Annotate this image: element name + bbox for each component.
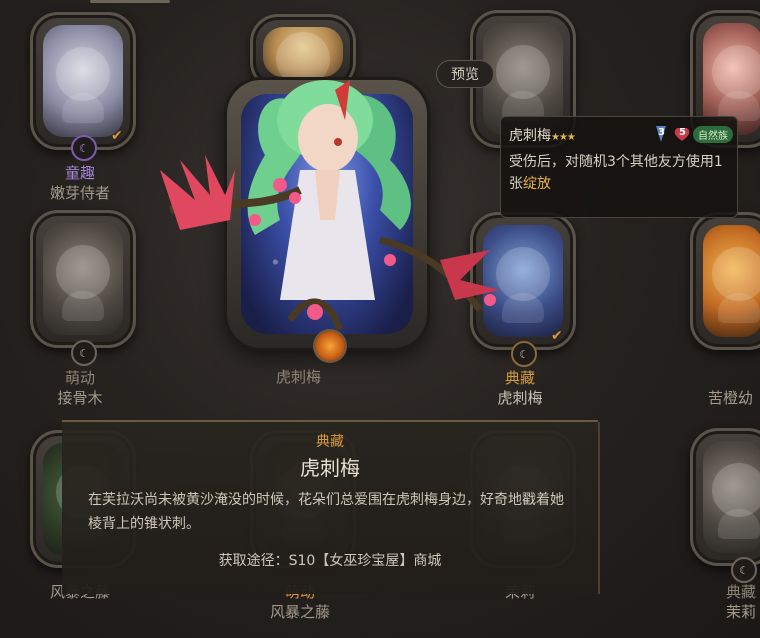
card-caption: 童趣 嫩芽侍者: [20, 163, 140, 203]
card-jiegumu[interactable]: [30, 210, 136, 348]
detail-source: 获取途径：S10【女巫珍宝屋】商城: [218, 553, 442, 569]
detail-name: 虎刺梅: [300, 456, 360, 480]
card-tooltip: 虎刺梅★★★ 3 5 自然族 受伤后，对随机3个其他友方使用1张绽放: [500, 116, 738, 218]
attack-value: 3: [658, 127, 665, 138]
owned-check-icon: ✔: [551, 328, 563, 344]
card-caption: 典藏 茉莉: [710, 582, 760, 622]
tooltip-name: 虎刺梅: [509, 128, 551, 144]
moon-icon: ☾: [71, 340, 97, 366]
tooltip-description: 受伤后，对随机3个其他友方使用1张绽放: [509, 151, 733, 195]
owned-check-icon: ✔: [111, 128, 123, 144]
tooltip-keyword: 绽放: [523, 176, 551, 192]
moon-icon: ☾: [71, 135, 97, 161]
detail-rarity: 典藏: [316, 434, 344, 450]
card-moli-2[interactable]: [690, 428, 760, 566]
card-name: 苦橙幼: [708, 389, 754, 407]
moon-icon: ☾: [731, 557, 757, 583]
detail-description: 在芙拉沃尚未被黄沙淹没的时候，花朵们总爱围在虎刺梅身边，好奇地戳着她棱背上的锥状…: [88, 492, 564, 532]
card-kucheng[interactable]: [690, 212, 760, 350]
star-rating: ★★★: [551, 132, 576, 143]
card-nenya-shizhe[interactable]: ✔: [30, 12, 136, 150]
card-rarity: [700, 368, 760, 388]
orb-icon: [313, 329, 347, 363]
health-value: 5: [679, 127, 686, 138]
tooltip-title: 虎刺梅★★★: [509, 125, 576, 145]
card-caption: 苦橙幼: [700, 368, 760, 408]
top-divider: [90, 0, 170, 3]
preview-button[interactable]: 预览: [436, 60, 494, 88]
card-name: 虎刺梅: [497, 389, 543, 407]
card-rarity: 萌动: [64, 369, 95, 387]
card-rarity: 童趣: [64, 164, 95, 182]
tribe-badge: 自然族: [693, 126, 733, 143]
card-detail-panel: 典藏 虎刺梅 在芙拉沃尚未被黄沙淹没的时候，花朵们总爱围在虎刺梅身边，好奇地戳着…: [62, 420, 600, 594]
card-name: 嫩芽侍者: [49, 184, 110, 202]
card-caption: 萌动 接骨木: [20, 368, 140, 408]
card-name: 茉莉: [726, 603, 757, 621]
featured-caption: 虎刺梅: [276, 368, 322, 386]
card-rarity: 典藏: [726, 583, 757, 601]
card-name: 风暴之藤: [269, 603, 330, 621]
card-name: 接骨木: [57, 389, 103, 407]
